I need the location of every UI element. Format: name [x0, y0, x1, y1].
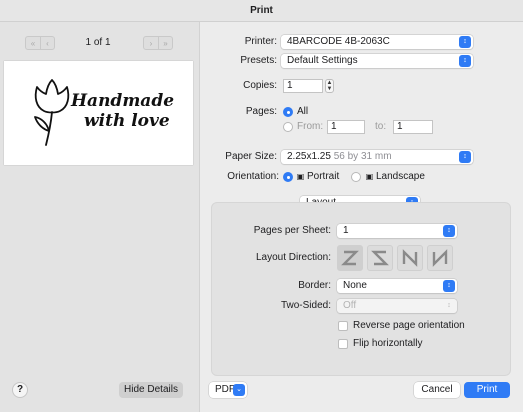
copies-field[interactable]: 1 [283, 79, 323, 93]
paper-size-select[interactable]: 2.25x1.25 56 by 31 mm ↕ [281, 150, 473, 164]
layout-reverse-z-icon[interactable] [367, 245, 393, 271]
portrait-icon: ▣ [296, 172, 305, 181]
chevron-updown-icon: ↕ [459, 151, 471, 163]
pdf-label: PDF [215, 384, 235, 395]
previous-page-icon[interactable]: ‹ [40, 37, 54, 49]
two-sided-label: Two-Sided: [280, 300, 331, 311]
two-sided-value: Off [343, 300, 357, 311]
layout-reverse-n-icon[interactable] [427, 245, 453, 271]
first-page-icon[interactable]: « [26, 37, 40, 49]
portrait-label: Portrait [307, 171, 340, 182]
pages-all-label: All [297, 106, 309, 117]
pages-per-sheet-select[interactable]: 1 ↕ [337, 224, 457, 238]
next-page-icon[interactable]: › [144, 37, 158, 49]
landscape-label: Landscape [376, 171, 425, 182]
label-text-line1: Handmade [71, 91, 175, 111]
pages-label: Pages: [245, 106, 277, 117]
chevron-updown-icon: ↕ [443, 225, 455, 237]
layout-z-icon[interactable] [337, 245, 363, 271]
copies-label: Copies: [243, 80, 277, 91]
two-sided-select[interactable]: Off ↕ [337, 299, 457, 313]
pages-per-sheet-value: 1 [343, 225, 349, 236]
pages-range-radio[interactable] [283, 122, 293, 132]
landscape-icon: ▣ [365, 172, 374, 181]
paper-size-label: Paper Size: [225, 151, 277, 162]
chevron-updown-icon: ↕ [459, 55, 471, 67]
last-page-icon[interactable]: » [158, 37, 172, 49]
printer-select[interactable]: 4BARCODE 4B-2063C ↕ [281, 35, 473, 49]
border-select[interactable]: None ↕ [337, 279, 457, 293]
presets-label: Presets: [240, 55, 277, 66]
help-button[interactable]: ? [12, 382, 28, 398]
landscape-radio[interactable] [351, 172, 361, 182]
pages-from-label: From: [297, 121, 324, 132]
portrait-radio[interactable] [283, 172, 293, 182]
print-button[interactable]: Print [464, 382, 510, 398]
presets-value: Default Settings [287, 55, 358, 66]
orientation-label: Orientation: [227, 171, 279, 182]
border-value: None [343, 280, 367, 291]
pages-all-radio[interactable] [283, 107, 293, 117]
pdf-menu-button[interactable]: PDF ⌄ [209, 382, 247, 398]
pages-per-sheet-label: Pages per Sheet: [253, 225, 331, 236]
label-text-line2: with love [84, 111, 170, 131]
flip-horizontally-checkbox[interactable] [338, 339, 348, 349]
chevron-updown-icon: ↕ [443, 280, 455, 292]
page-indicator: 1 of 1 [85, 37, 111, 48]
pages-to-label: to: [375, 121, 387, 132]
layout-n-icon[interactable] [397, 245, 423, 271]
next-page-nav: › » [143, 36, 173, 50]
reverse-orientation-checkbox[interactable] [338, 321, 348, 331]
chevron-updown-icon: ↕ [447, 302, 451, 309]
pages-to-field[interactable]: 1 [393, 120, 433, 134]
flip-horizontally-label: Flip horizontally [353, 338, 423, 349]
pages-from-field[interactable]: 1 [327, 120, 365, 134]
paper-size-value: 2.25x1.25 [287, 151, 331, 162]
reverse-orientation-label: Reverse page orientation [353, 320, 465, 331]
settings-pane: Printer: 4BARCODE 4B-2063C ↕ Presets: De… [201, 22, 523, 412]
chevron-down-icon: ⌄ [233, 384, 245, 396]
cancel-button[interactable]: Cancel [414, 382, 460, 398]
printer-label: Printer: [244, 36, 277, 47]
preview-pane: « ‹ 1 of 1 › » Handmade with love ? Hide… [0, 22, 200, 412]
window-title: Print [0, 0, 523, 22]
copies-stepper[interactable]: ▲ ▼ [325, 79, 334, 93]
paper-size-detail: 56 by 31 mm [333, 151, 392, 162]
prev-page-nav: « ‹ [25, 36, 55, 50]
chevron-updown-icon: ↕ [459, 36, 471, 48]
hide-details-button[interactable]: Hide Details [119, 382, 183, 398]
page-preview: Handmade with love [4, 61, 193, 165]
printer-value: 4BARCODE 4B-2063C [287, 36, 390, 47]
layout-direction-label: Layout Direction: [255, 252, 331, 263]
presets-select[interactable]: Default Settings ↕ [281, 54, 473, 68]
border-label: Border: [298, 280, 331, 291]
